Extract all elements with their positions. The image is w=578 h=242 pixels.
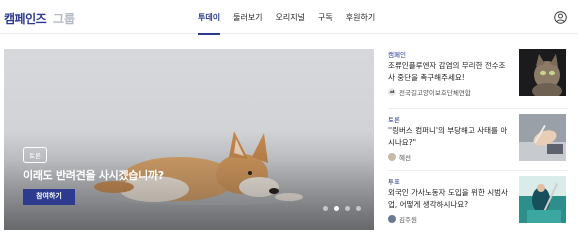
carousel-dot[interactable] [356, 206, 361, 211]
side-item-category: 토론 [388, 116, 400, 124]
cat-thumbnail-image [519, 49, 566, 96]
carousel-dot[interactable] [345, 206, 350, 211]
hero-banner[interactable]: 토론 이래도 반려견을 사시겠습니까? 참여하기 [4, 49, 374, 230]
logo-group-label[interactable]: 그룹 [53, 10, 75, 27]
main-nav: 투데이 둘러보기 오리지널 구독 후원하기 [198, 0, 388, 35]
carousel-dot[interactable] [323, 206, 328, 211]
user-circle-icon[interactable] [554, 11, 567, 24]
author-avatar [388, 153, 396, 161]
nav-tab-donate[interactable]: 후원하기 [346, 0, 375, 34]
side-item-title[interactable]: 외국인 가사노동자 도입을 위한 시범사업, 어떻게 생각하시나요? [388, 187, 512, 211]
author-name: 김주원 [399, 216, 417, 224]
side-item-category: 투표 [388, 178, 400, 186]
side-item-author: 김주원 [388, 214, 417, 224]
author-name: 혜선 [399, 154, 411, 162]
side-item-discussion[interactable]: 토론 ''링버스 컴퍼니'의 부당해고 사태를 아시나요?" 혜선 [388, 114, 568, 170]
side-item-campaign[interactable]: 캠페인 조류인플루엔자 감염의 무리한 전수조사 중단을 촉구해주세요! 전국길… [388, 49, 568, 105]
carousel-dots [323, 206, 361, 211]
side-item-title[interactable]: ''링버스 컴퍼니'의 부당해고 사태를 아시나요?" [388, 125, 512, 149]
site-logo[interactable]: 캠페인즈 [4, 10, 47, 27]
nav-tab-today[interactable]: 투데이 [198, 0, 221, 35]
side-divider [388, 108, 568, 109]
cleaning-thumbnail-image [519, 176, 566, 223]
nav-tab-original[interactable]: 오리지널 [276, 0, 305, 34]
writing-hand-thumbnail-image [519, 114, 566, 161]
carousel-dot-active[interactable] [334, 206, 339, 211]
side-item-title[interactable]: 조류인플루엔자 감염의 무리한 전수조사 중단을 촉구해주세요! [388, 60, 512, 84]
side-item-author: 전국길고양이보호단체연합 [388, 87, 471, 97]
top-header: 캠페인즈 그룹 투데이 둘러보기 오리지널 구독 후원하기 [0, 0, 578, 35]
hero-title[interactable]: 이래도 반려견을 사시겠습니까? [23, 167, 164, 183]
nav-tab-explore[interactable]: 둘러보기 [233, 0, 262, 34]
side-item-author: 혜선 [388, 152, 411, 162]
author-avatar-icon [388, 88, 396, 96]
hero-category-tag: 토론 [23, 147, 47, 163]
side-item-category: 캠페인 [388, 51, 406, 59]
join-button[interactable]: 참여하기 [23, 189, 75, 205]
side-item-vote[interactable]: 투표 외국인 가사노동자 도입을 위한 시범사업, 어떻게 생각하시나요? 김주… [388, 176, 568, 232]
side-divider [388, 170, 568, 171]
author-avatar [388, 215, 396, 223]
nav-tab-subscribe[interactable]: 구독 [318, 0, 333, 34]
author-name: 전국길고양이보호단체연합 [399, 89, 471, 97]
